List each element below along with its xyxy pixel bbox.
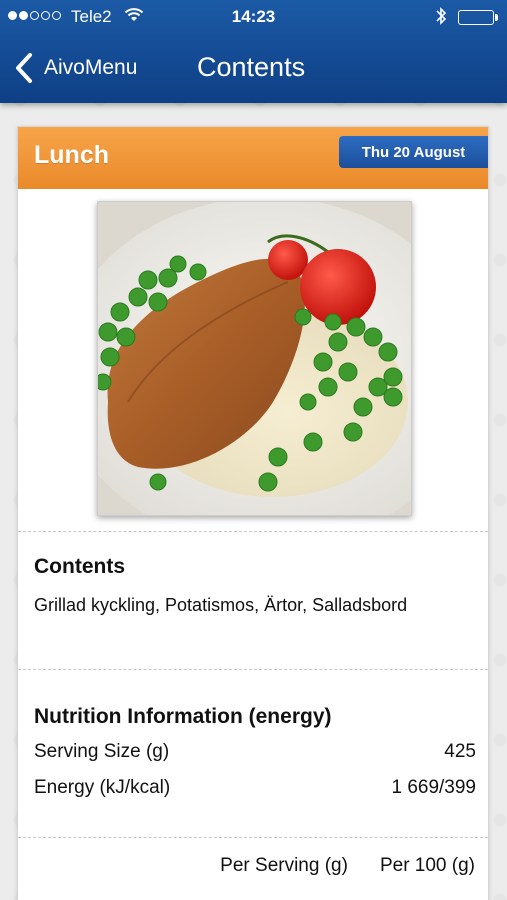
page-title: Contents xyxy=(197,52,306,82)
status-bar: Tele2 14:23 xyxy=(0,0,507,34)
status-time: 14:23 xyxy=(231,7,276,26)
divider xyxy=(18,837,488,838)
nutrition-column-headers: Per Serving (g) Per 100 (g) xyxy=(220,855,475,877)
meal-header: Lunch Thu 20 August xyxy=(18,127,488,189)
column-header-per-100: Per 100 (g) xyxy=(379,855,475,876)
contents-heading: Contents xyxy=(34,555,125,578)
contents-text: Grillad kyckling, Potatismos, Ärtor, Sal… xyxy=(34,595,408,615)
back-button[interactable]: AivoMenu xyxy=(12,50,137,86)
meal-photo[interactable] xyxy=(97,201,412,516)
nutrition-row-label: Energy (kJ/kcal) xyxy=(34,777,171,798)
date-badge[interactable]: Thu 20 August xyxy=(339,136,488,168)
nutrition-row: Energy (kJ/kcal) 1 669/399 xyxy=(34,777,476,799)
nutrition-row-value: 1 669/399 xyxy=(391,777,476,798)
battery-tip xyxy=(495,14,498,21)
meal-title: Lunch xyxy=(34,141,109,169)
battery-icon xyxy=(458,10,494,25)
nutrition-row: Serving Size (g) 425 xyxy=(34,741,476,763)
divider xyxy=(18,531,488,532)
nutrition-heading: Nutrition Information (energy) xyxy=(34,705,332,728)
meal-card: Lunch Thu 20 August Contents Grillad kyc… xyxy=(17,126,489,900)
column-header-per-serving: Per Serving (g) xyxy=(220,855,348,876)
nutrition-row-value: 425 xyxy=(444,741,476,762)
back-button-label: AivoMenu xyxy=(44,56,138,79)
nutrition-row-label: Serving Size (g) xyxy=(34,741,170,762)
navigation-bar: Tele2 14:23 AivoMenu Contents xyxy=(0,0,507,103)
bluetooth-icon xyxy=(435,6,447,31)
chevron-left-icon xyxy=(16,53,32,83)
divider xyxy=(18,669,488,670)
